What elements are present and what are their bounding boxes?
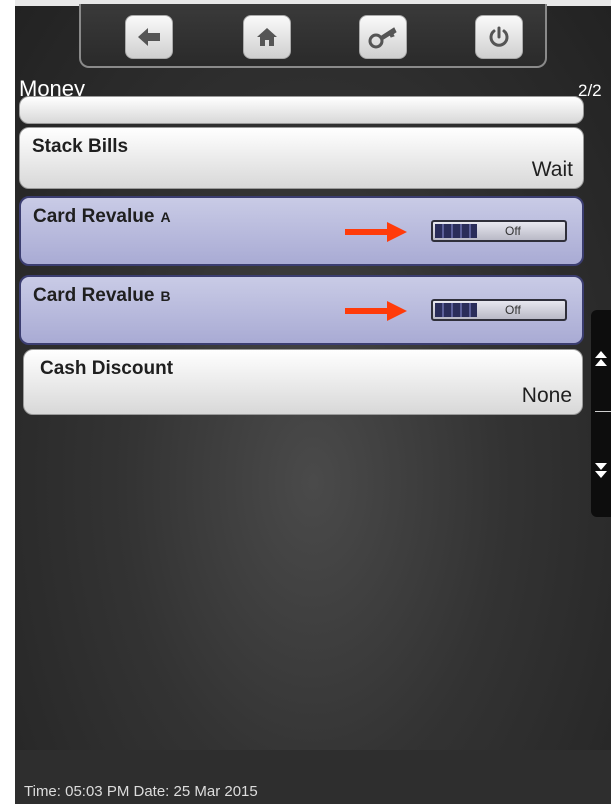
status-time-date: Time: 05:03 PM Date: 25 Mar 2015 [24, 783, 258, 800]
annotation-arrow-icon [345, 222, 407, 242]
cash-discount-row[interactable]: Cash Discount None [23, 349, 583, 415]
card-revalue-b-toggle[interactable]: Off [431, 299, 567, 321]
list-item-previous[interactable] [19, 96, 584, 124]
card-revalue-a-row[interactable]: Card Revalue A Off [19, 196, 584, 266]
power-icon [489, 26, 509, 47]
stack-bills-row[interactable]: Stack Bills Wait [19, 127, 584, 189]
scroll-bar[interactable] [591, 310, 611, 517]
power-button[interactable] [475, 15, 523, 59]
scroll-up-icon[interactable] [594, 350, 608, 370]
stack-bills-label: Stack Bills [32, 136, 129, 157]
back-arrow-icon [138, 28, 160, 46]
back-button[interactable] [125, 15, 173, 59]
cash-discount-label: Cash Discount [40, 358, 174, 379]
stack-bills-value: Wait [531, 158, 573, 181]
toggle-knob [435, 303, 477, 317]
cash-discount-value: None [521, 384, 572, 407]
app-screen: Money 2/2 Stack Bills Wait Card Revalue A… [15, 0, 611, 804]
card-revalue-a-toggle-state: Off [505, 224, 521, 238]
key-icon [368, 27, 397, 49]
scroll-divider [595, 411, 611, 412]
scroll-down-icon[interactable] [594, 460, 608, 480]
card-revalue-a-toggle[interactable]: Off [431, 220, 567, 242]
card-revalue-a-suffix: A [160, 209, 171, 225]
card-revalue-a-label: Card Revalue A [33, 206, 171, 228]
key-button[interactable] [359, 15, 407, 59]
annotation-arrow-icon [345, 301, 407, 321]
toolbar [79, 4, 547, 68]
card-revalue-b-toggle-state: Off [505, 303, 521, 317]
card-revalue-b-row[interactable]: Card Revalue B Off [19, 275, 584, 345]
page-indicator: 2/2 [578, 81, 602, 100]
card-revalue-a-label-text: Card Revalue [33, 206, 155, 227]
home-button[interactable] [243, 15, 291, 59]
card-revalue-b-label: Card Revalue B [33, 285, 171, 307]
toggle-knob [435, 224, 477, 238]
status-bar: Time: 05:03 PM Date: 25 Mar 2015 [15, 750, 611, 804]
home-icon [257, 28, 277, 46]
card-revalue-b-label-text: Card Revalue [33, 285, 155, 306]
card-revalue-b-suffix: B [160, 288, 171, 304]
